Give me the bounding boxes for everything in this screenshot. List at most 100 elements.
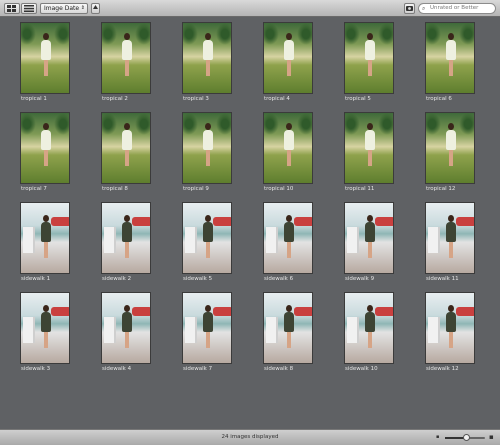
palm-tree	[297, 113, 312, 135]
palm-tree	[102, 113, 117, 135]
thumbnail-item[interactable]: sidewalk 12	[425, 292, 481, 382]
thumbnail-item[interactable]: sidewalk 2	[101, 202, 157, 292]
thumbnail-item[interactable]: sidewalk 4	[101, 292, 157, 382]
thumbnail-image[interactable]	[182, 202, 232, 274]
thumbnail-image[interactable]	[182, 292, 232, 364]
thumbnail-caption: sidewalk 4	[102, 366, 132, 372]
search-placeholder: Unrated or Better	[430, 5, 479, 11]
thumbnail-caption: tropical 10	[264, 186, 294, 192]
model-figure	[120, 33, 134, 76]
thumbnail-item[interactable]: tropical 12	[425, 112, 481, 202]
palm-tree	[183, 23, 198, 45]
thumbnail-item[interactable]: tropical 5	[344, 22, 400, 112]
thumbnail-item[interactable]: sidewalk 8	[263, 292, 319, 382]
model-figure	[39, 123, 53, 166]
zoom-slider[interactable]	[445, 434, 485, 441]
thumbnail-image[interactable]	[101, 112, 151, 184]
image-count-text: 24 images displayed	[221, 434, 279, 440]
thumbnail-item[interactable]: sidewalk 10	[344, 292, 400, 382]
thumbnail-item[interactable]: tropical 4	[263, 22, 319, 112]
model-figure	[363, 123, 377, 166]
thumbnail-image[interactable]	[182, 112, 232, 184]
zoom-small-icon: ▪	[436, 434, 440, 440]
palm-tree	[426, 113, 441, 135]
thumbnail-item[interactable]: tropical 3	[182, 22, 238, 112]
palm-tree	[297, 23, 312, 45]
thumbnail-item[interactable]: sidewalk 3	[20, 292, 76, 382]
palm-tree	[459, 113, 474, 135]
thumbnail-image[interactable]	[20, 22, 70, 94]
thumbnail-image[interactable]	[20, 292, 70, 364]
filter-button[interactable]	[404, 3, 415, 14]
thumbnail-item[interactable]: sidewalk 6	[263, 202, 319, 292]
palm-tree	[216, 23, 231, 45]
thumbnail-item[interactable]: tropical 2	[101, 22, 157, 112]
thumbnail-caption: sidewalk 6	[264, 276, 294, 282]
thumbnail-image[interactable]	[101, 202, 151, 274]
model-figure	[363, 215, 377, 258]
thumbnail-image[interactable]	[263, 112, 313, 184]
list-icon	[24, 5, 34, 12]
thumbnail-item[interactable]: tropical 6	[425, 22, 481, 112]
model-figure	[282, 123, 296, 166]
thumbnail-image[interactable]	[425, 292, 475, 364]
thumbnail-image[interactable]	[344, 22, 394, 94]
thumbnail-item[interactable]: tropical 1	[20, 22, 76, 112]
thumbnail-item[interactable]: sidewalk 5	[182, 202, 238, 292]
thumbnail-item[interactable]: sidewalk 7	[182, 292, 238, 382]
thumbnail-caption: tropical 4	[264, 96, 290, 102]
model-figure	[120, 123, 134, 166]
thumbnail-image[interactable]	[425, 22, 475, 94]
sort-arrow-icon	[93, 5, 98, 9]
thumbnail-image[interactable]	[101, 22, 151, 94]
thumbnail-caption: tropical 12	[426, 186, 456, 192]
model-figure	[282, 305, 296, 348]
select-arrows-icon: ⇕	[80, 5, 85, 11]
thumbnail-image[interactable]	[344, 202, 394, 274]
browser-toolbar: Image Date ⇕ ⌕ Unrated or Better	[0, 0, 500, 17]
palm-tree	[345, 23, 360, 45]
thumbnail-image[interactable]	[20, 202, 70, 274]
thumbnail-item[interactable]: sidewalk 11	[425, 202, 481, 292]
thumbnail-image[interactable]	[182, 22, 232, 94]
thumbnail-image[interactable]	[263, 22, 313, 94]
magnifier-icon: ⌕	[422, 5, 426, 12]
grid-icon	[7, 5, 16, 12]
palm-tree	[54, 113, 69, 135]
thumbnail-caption: tropical 5	[345, 96, 371, 102]
sort-select-value: Image Date	[44, 5, 80, 12]
thumbnail-item[interactable]: tropical 10	[263, 112, 319, 202]
search-input[interactable]: ⌕ Unrated or Better	[418, 3, 496, 14]
thumbnail-image[interactable]	[344, 112, 394, 184]
sort-select[interactable]: Image Date ⇕	[40, 3, 88, 14]
thumbnail-item[interactable]: sidewalk 1	[20, 202, 76, 292]
thumbnail-image[interactable]	[20, 112, 70, 184]
model-figure	[39, 215, 53, 258]
thumbnail-item[interactable]: tropical 11	[344, 112, 400, 202]
thumbnail-item[interactable]: tropical 7	[20, 112, 76, 202]
sort-direction-button[interactable]	[91, 3, 100, 14]
model-figure	[363, 305, 377, 348]
thumbnail-image[interactable]	[425, 202, 475, 274]
thumbnail-image[interactable]	[101, 292, 151, 364]
thumbnail-item[interactable]: tropical 9	[182, 112, 238, 202]
model-figure	[201, 305, 215, 348]
thumbnail-item[interactable]: sidewalk 9	[344, 202, 400, 292]
thumbnail-caption: tropical 3	[183, 96, 209, 102]
model-figure	[201, 123, 215, 166]
thumbnail-item[interactable]: tropical 8	[101, 112, 157, 202]
thumbnail-caption: tropical 11	[345, 186, 375, 192]
thumbnail-image[interactable]	[263, 202, 313, 274]
model-figure	[201, 33, 215, 76]
model-figure	[444, 33, 458, 76]
thumbnail-caption: tropical 7	[21, 186, 47, 192]
zoom-slider-knob[interactable]	[463, 434, 470, 441]
model-figure	[282, 33, 296, 76]
grid-view-button[interactable]	[4, 3, 20, 14]
thumbnail-image[interactable]	[344, 292, 394, 364]
palm-tree	[183, 113, 198, 135]
thumbnail-caption: sidewalk 2	[102, 276, 132, 282]
thumbnail-image[interactable]	[263, 292, 313, 364]
list-view-button[interactable]	[21, 3, 37, 14]
thumbnail-image[interactable]	[425, 112, 475, 184]
